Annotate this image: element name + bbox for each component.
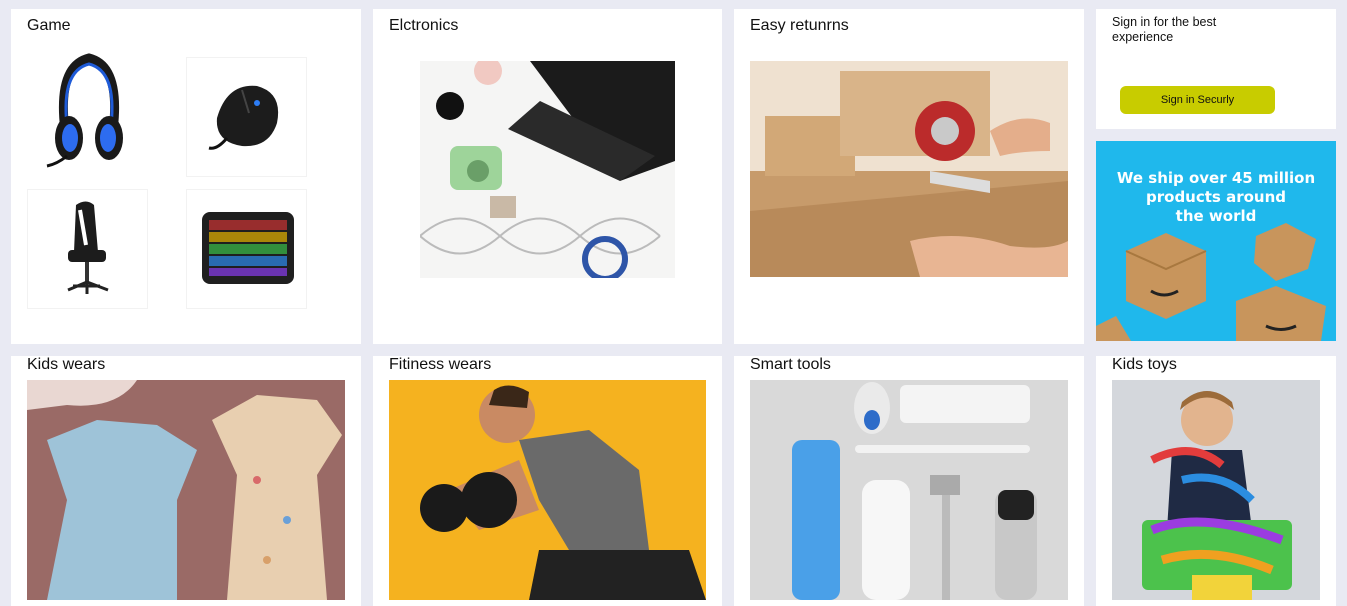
card-title-kids-toys: Kids toys (1112, 356, 1177, 373)
card-electronics: Elctronics (373, 9, 722, 344)
electronics-image[interactable] (420, 61, 675, 278)
card-title-electronics: Elctronics (389, 17, 459, 34)
card-game: Game (11, 9, 361, 344)
signin-button[interactable]: Sign in Securly (1120, 86, 1275, 114)
card-fitness-wears: Fitiness wears (373, 356, 722, 606)
product-keyboard-image[interactable] (186, 189, 307, 309)
card-kids-toys: Kids toys (1096, 356, 1336, 606)
card-signin: Sign in for the best experience Sign in … (1096, 9, 1336, 129)
product-mouse-image[interactable] (186, 57, 307, 177)
card-promo[interactable]: We ship over 45 million products around … (1096, 141, 1336, 341)
product-chair-image[interactable] (27, 189, 148, 309)
product-headset-image[interactable] (27, 46, 148, 171)
card-returns: Easy retunrns (734, 9, 1084, 344)
returns-image[interactable] (750, 61, 1068, 277)
shipping-boxes-illustration (1096, 223, 1326, 341)
card-smart-tools: Smart tools (734, 356, 1084, 606)
card-title-fitness-wears: Fitiness wears (389, 356, 492, 373)
kids-wears-image[interactable] (27, 380, 345, 600)
card-title-smart-tools: Smart tools (750, 356, 831, 373)
card-kids-wears: Kids wears (11, 356, 361, 606)
smart-tools-image[interactable] (750, 380, 1068, 600)
card-title-kids-wears: Kids wears (27, 356, 106, 373)
card-title-returns: Easy retunrns (750, 17, 849, 34)
signin-prompt: Sign in for the best experience (1112, 15, 1217, 44)
kids-toys-image[interactable] (1112, 380, 1320, 600)
card-title-game: Game (27, 17, 71, 34)
fitness-wears-image[interactable] (389, 380, 706, 600)
